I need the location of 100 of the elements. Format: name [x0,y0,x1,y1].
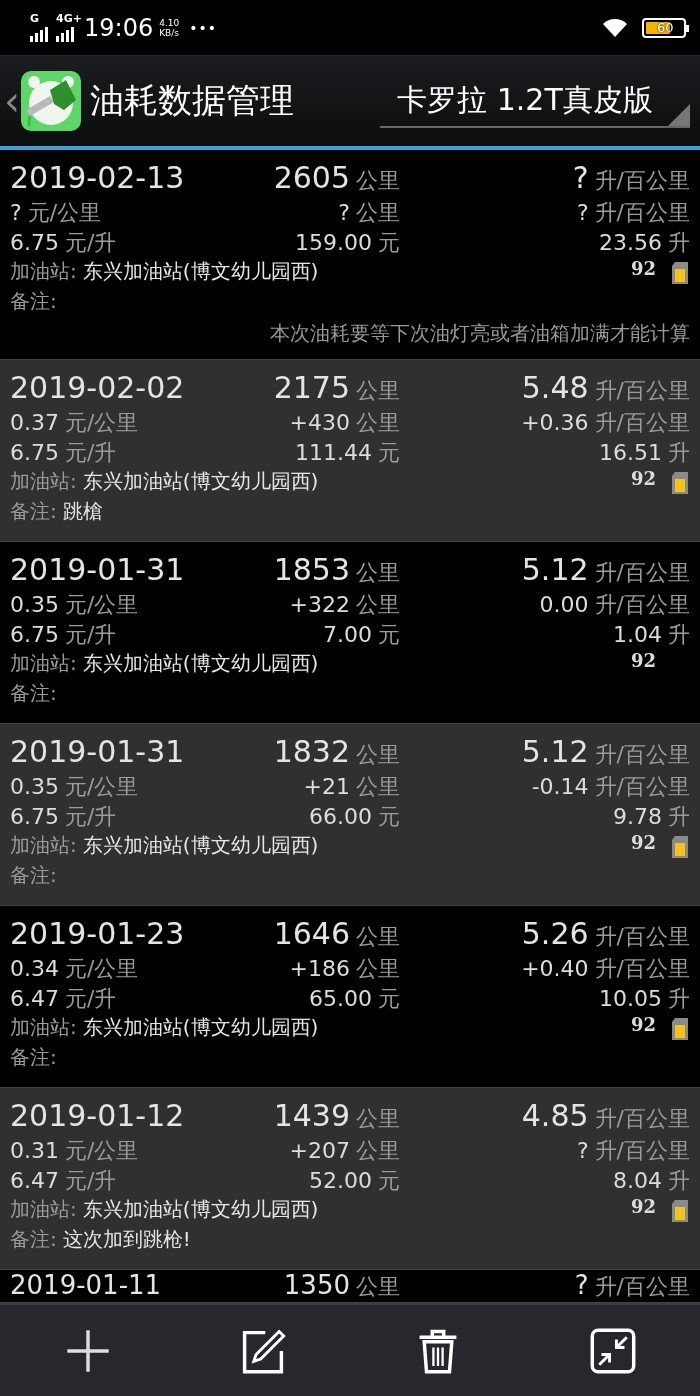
amount-value: 66.00 [309,804,372,829]
unit-label: 升/百公里 [594,923,690,951]
price-value: 6.47 [10,1168,59,1193]
volume-value: 1.04 [613,622,662,647]
unit-label: 升/百公里 [594,409,690,437]
unit-label: 公里 [356,199,400,227]
unit-label: 公里 [356,377,400,405]
unit-label: 元/升 [65,439,117,467]
odometer-value: 2175 [273,370,350,405]
unit-label: 元 [378,621,400,649]
fuel-grade: 92 [630,468,656,489]
fuel-grade: 92 [630,832,656,853]
unit-label: 升/百公里 [594,1273,690,1301]
consumption-change-value: -0.14 [531,774,589,799]
consumption-value: ? [572,160,589,195]
back-button[interactable]: ‹ [4,81,20,121]
unit-label: 公里 [356,1273,400,1301]
cost-per-km-value: 0.35 [10,774,59,799]
unit-label: 升/百公里 [594,377,690,405]
amount-value: 52.00 [309,1168,372,1193]
unit-label: 元/升 [65,985,117,1013]
record-date: 2019-01-23 [10,916,185,951]
speed-unit: KB/s [159,27,180,38]
station-label: 加油站: [10,1014,77,1041]
price-value: 6.75 [10,804,59,829]
distance-value: +322 [289,592,350,617]
price-value: 6.75 [10,622,59,647]
volume-value: 9.78 [613,804,662,829]
station-label: 加油站: [10,832,77,859]
hint-text: 本次油耗要等下次油灯亮或者油箱加满才能计算 [269,320,690,347]
unit-label: 升/百公里 [594,773,690,801]
fuel-nozzle-icon [20,70,82,132]
speed-value: 4.10 [159,17,180,28]
consumption-change-value: 0.00 [539,592,589,617]
distance-value: +186 [289,956,350,981]
fuel-grade: 92 [630,1014,656,1035]
unit-label: 升/百公里 [594,167,690,195]
car-dropdown[interactable]: 卡罗拉 1.2T真皮版 [380,74,690,128]
station-name: 东兴加油站(博文幼儿园西) [82,468,319,495]
consumption-value: 5.48 [521,370,589,405]
unit-label: 公里 [356,773,400,801]
unit-label: 元/升 [65,803,117,831]
consumption-change-value: ? [576,1138,589,1163]
cost-per-km-value: 0.37 [10,410,59,435]
unit-label: 元/公里 [65,591,139,619]
price-value: 6.75 [10,230,59,255]
station-name: 东兴加油站(博文幼儿园西) [82,1014,319,1041]
record-date: 2019-02-13 [10,160,185,195]
unit-label: 公里 [356,955,400,983]
unit-label: 元/升 [65,1167,117,1195]
unit-label: 元 [378,1167,400,1195]
station-label: 加油站: [10,1196,77,1223]
unit-label: 公里 [356,1137,400,1165]
fuel-grade: 92 [630,650,656,671]
unit-label: 升 [668,1167,690,1195]
signal-icon [30,26,48,42]
network-label: G [30,11,40,25]
note-label: 备注: [10,288,57,315]
unit-label: 升 [668,439,690,467]
note-text: 跳槍 [62,498,103,525]
consumption-value: 4.85 [521,1098,589,1133]
unit-label: 公里 [356,741,400,769]
unit-label: 元/公里 [65,955,139,983]
odometer-value: 1439 [273,1098,350,1133]
unit-label: 升/百公里 [594,1137,690,1165]
amount-value: 111.44 [295,440,372,465]
unit-label: 元 [378,985,400,1013]
price-value: 6.75 [10,440,59,465]
unit-label: 公里 [356,167,400,195]
cost-per-km-value: 0.35 [10,592,59,617]
amount-value: 65.00 [309,986,372,1011]
record-date: 2019-01-12 [10,1098,185,1133]
consumption-change-value: +0.40 [521,956,589,981]
distance-value: +207 [289,1138,350,1163]
wifi-icon [602,17,628,38]
app-title: 油耗数据管理 [90,79,294,122]
odometer-value: 1350 [283,1270,350,1300]
note-label: 备注: [10,680,57,707]
cost-per-km-value: ? [10,200,22,225]
note-label: 备注: [10,1044,57,1071]
unit-label: 升/百公里 [594,199,690,227]
unit-label: 元/升 [65,229,117,257]
unit-label: 元/公里 [65,773,139,801]
unit-label: 升/百公里 [594,1105,690,1133]
unit-label: 公里 [356,559,400,587]
consumption-value: 5.12 [521,552,589,587]
station-label: 加油站: [10,468,77,495]
station-name: 东兴加油站(博文幼儿园西) [82,832,319,859]
unit-label: 元/公里 [65,409,139,437]
fuel-grade: 92 [630,1196,656,1217]
odometer-value: 1832 [273,734,350,769]
unit-label: 元/升 [65,621,117,649]
more-dots: ••• [189,19,217,36]
caret-icon[interactable] [668,104,690,126]
volume-value: 23.56 [599,230,662,255]
distance-value: +21 [303,774,350,799]
record-date: 2019-01-11 [10,1270,162,1300]
unit-label: 元/公里 [65,1137,139,1165]
note-text: 这次加到跳枪! [62,1226,191,1253]
unit-label: 公里 [356,591,400,619]
